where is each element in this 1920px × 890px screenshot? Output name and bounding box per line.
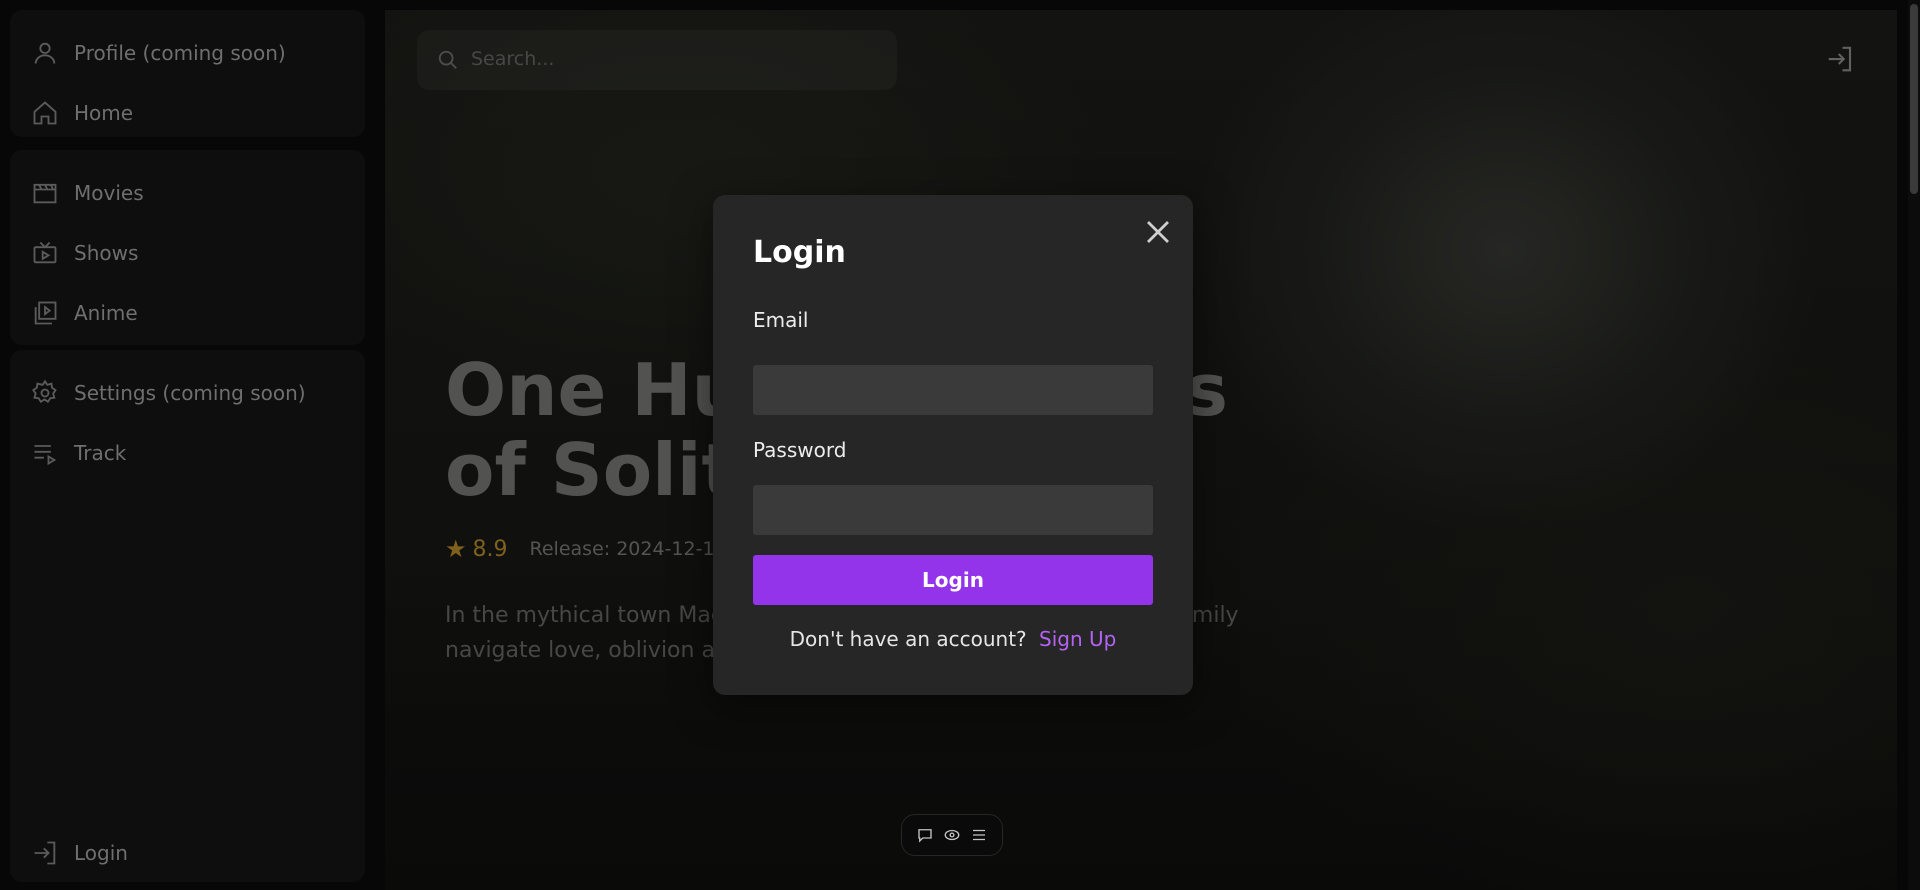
search-bar[interactable]: Search... (417, 30, 897, 90)
search-icon (438, 50, 457, 69)
sidebar-item-anime[interactable]: Anime (10, 292, 350, 334)
sidebar-item-profile[interactable]: Profile (coming soon) (10, 32, 350, 74)
search-input[interactable]: Search... (471, 48, 554, 70)
sidebar-item-settings[interactable]: Settings (coming soon) (10, 372, 350, 414)
home-icon (33, 101, 57, 125)
close-icon (1147, 221, 1169, 243)
email-field[interactable] (753, 365, 1153, 415)
gear-icon (32, 379, 57, 404)
sidebar-item-label: Anime (74, 301, 138, 325)
sidebar-group-account: Profile (coming soon) Home (10, 10, 365, 137)
clapperboard-icon (33, 183, 57, 204)
sidebar-group-browse: Movies Shows Anime (10, 150, 365, 345)
release-date: Release: 2024-12-11 (529, 538, 727, 560)
sidebar-item-label: Profile (coming soon) (74, 41, 286, 65)
menu-icon[interactable] (970, 826, 988, 844)
tv-icon (33, 241, 57, 264)
sidebar-item-home[interactable]: Home (10, 92, 350, 134)
login-icon (34, 841, 56, 865)
list-play-icon (34, 445, 57, 466)
rating-value: 8.9 (472, 536, 508, 562)
login-submit-button[interactable]: Login (753, 555, 1153, 605)
sidebar-item-login[interactable]: Login (10, 832, 350, 874)
sidebar-item-movies[interactable]: Movies (10, 172, 350, 214)
signup-link[interactable]: Sign Up (1039, 627, 1116, 651)
password-field[interactable] (753, 485, 1153, 535)
sidebar-item-label: Home (74, 101, 134, 125)
sidebar-item-label: Login (74, 841, 128, 865)
eye-icon[interactable] (943, 826, 961, 844)
play-stack-icon (34, 301, 57, 325)
sidebar-item-label: Shows (74, 241, 139, 265)
floating-toolbar (901, 814, 1003, 856)
scrollbar-thumb[interactable] (1910, 4, 1918, 194)
close-button[interactable] (1143, 217, 1173, 247)
signup-prompt-row: Don't have an account? Sign Up (713, 627, 1193, 651)
star-icon: ★ (445, 535, 467, 563)
modal-title: Login (753, 235, 846, 270)
sidebar-item-label: Track (74, 441, 127, 465)
sidebar-group-system: Settings (coming soon) Track Login (10, 350, 365, 882)
password-label: Password (753, 438, 847, 462)
login-icon (1828, 46, 1852, 72)
user-icon (34, 42, 56, 64)
sidebar-item-label: Settings (coming soon) (74, 381, 306, 405)
sidebar-item-shows[interactable]: Shows (10, 232, 350, 274)
email-label: Email (753, 308, 809, 332)
sidebar: Profile (coming soon) Home Movies Shows … (10, 10, 365, 882)
sidebar-item-label: Movies (74, 181, 144, 205)
sidebar-item-track[interactable]: Track (10, 432, 350, 474)
hero-meta: ★ 8.9 Release: 2024-12-11 (445, 534, 727, 564)
comment-icon[interactable] (916, 826, 934, 844)
login-modal: Login Email Password Login Don't have an… (713, 195, 1193, 695)
signup-prompt: Don't have an account? (789, 627, 1027, 651)
header-login-button[interactable] (1825, 44, 1855, 74)
